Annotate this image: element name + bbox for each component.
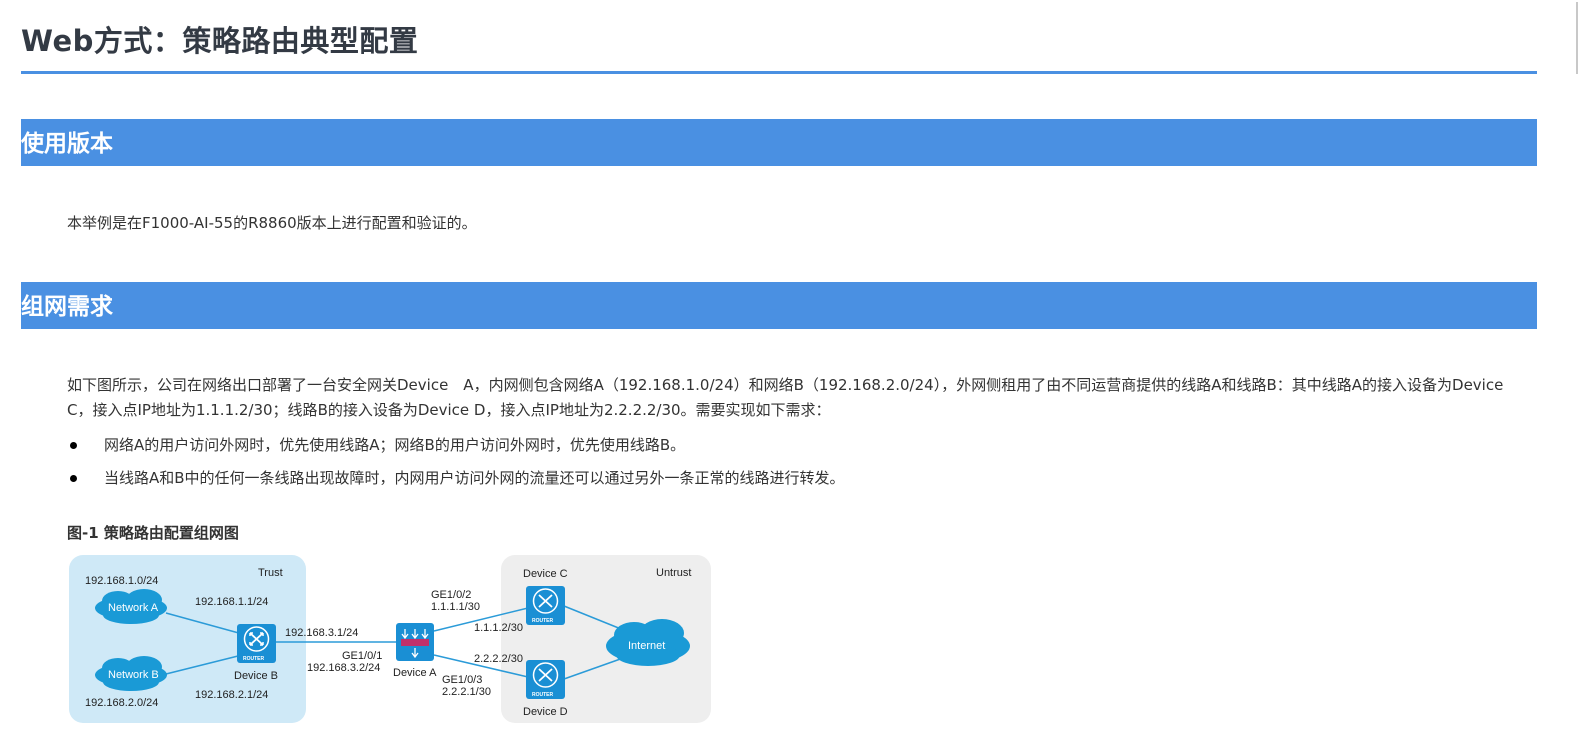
untrust-zone-label: Untrust: [656, 567, 691, 579]
router-text: ROUTER: [243, 656, 265, 662]
version-paragraph: 本举例是在F1000-AI-55的R8860版本上进行配置和验证的。: [67, 214, 477, 232]
device-a-inside-ip: 192.168.3.2/24: [307, 662, 380, 674]
device-a-label: Device A: [393, 667, 437, 679]
device-c-label: Device C: [523, 568, 568, 580]
bullet-icon: [70, 475, 77, 482]
network-b-gateway: 192.168.2.1/24: [195, 689, 268, 701]
trust-zone-label: Trust: [258, 567, 283, 579]
device-a-ge102: GE1/0/2: [431, 589, 471, 601]
title-divider: [21, 71, 1537, 74]
page-title: Web方式：策略路由典型配置: [21, 24, 419, 58]
list-item-text: 当线路A和B中的任何一条线路出现故障时，内网用户访问外网的流量还可以通过另外一条…: [104, 469, 845, 487]
network-a-subnet: 192.168.1.0/24: [85, 575, 158, 587]
device-d-ip: 2.2.2.2/30: [474, 653, 523, 665]
requirements-paragraph: 如下图所示，公司在网络出口部署了一台安全网关Device A，内网侧包含网络A（…: [67, 373, 1537, 423]
section-heading-version: 使用版本: [21, 119, 1537, 166]
device-b-label: Device B: [234, 670, 278, 682]
device-b-ip: 192.168.3.1/24: [285, 627, 358, 639]
router-text: ROUTER: [532, 618, 554, 624]
scrollbar-thumb[interactable]: [1576, 2, 1578, 74]
requirements-line-2: C，接入点IP地址为1.1.1.2/30；线路B的接入设备为Device D，接…: [67, 401, 831, 419]
network-diagram: Trust Untrust Network A Network B ROUTER: [69, 555, 711, 723]
device-a-ge103: GE1/0/3: [442, 674, 482, 686]
bullet-icon: [70, 442, 77, 449]
device-c-ip: 1.1.1.2/30: [474, 622, 523, 634]
device-a-ip-c: 1.1.1.1/30: [431, 601, 480, 613]
device-d-label: Device D: [523, 706, 568, 718]
router-text: ROUTER: [532, 692, 554, 698]
network-a-gateway: 192.168.1.1/24: [195, 596, 268, 608]
section-heading-requirements: 组网需求: [21, 282, 1537, 329]
list-item-text: 网络A的用户访问外网时，优先使用线路A；网络B的用户访问外网时，优先使用线路B。: [104, 436, 686, 454]
figure-caption: 图-1 策略路由配置组网图: [67, 524, 239, 542]
device-a-ge101: GE1/0/1: [342, 650, 382, 662]
network-b-label: Network B: [108, 669, 159, 681]
network-b-subnet: 192.168.2.0/24: [85, 697, 158, 709]
device-a-firewall-icon: [396, 623, 434, 661]
internet-label: Internet: [628, 640, 665, 652]
device-c-router-icon: ROUTER: [526, 586, 565, 625]
device-a-ip-d: 2.2.2.1/30: [442, 686, 491, 698]
network-a-label: Network A: [108, 602, 159, 614]
requirements-line-1: 如下图所示，公司在网络出口部署了一台安全网关Device A，内网侧包含网络A（…: [67, 376, 1504, 394]
device-d-router-icon: ROUTER: [526, 660, 565, 699]
vertical-scrollbar[interactable]: [1565, 0, 1581, 744]
device-b-router-icon: ROUTER: [237, 624, 276, 663]
